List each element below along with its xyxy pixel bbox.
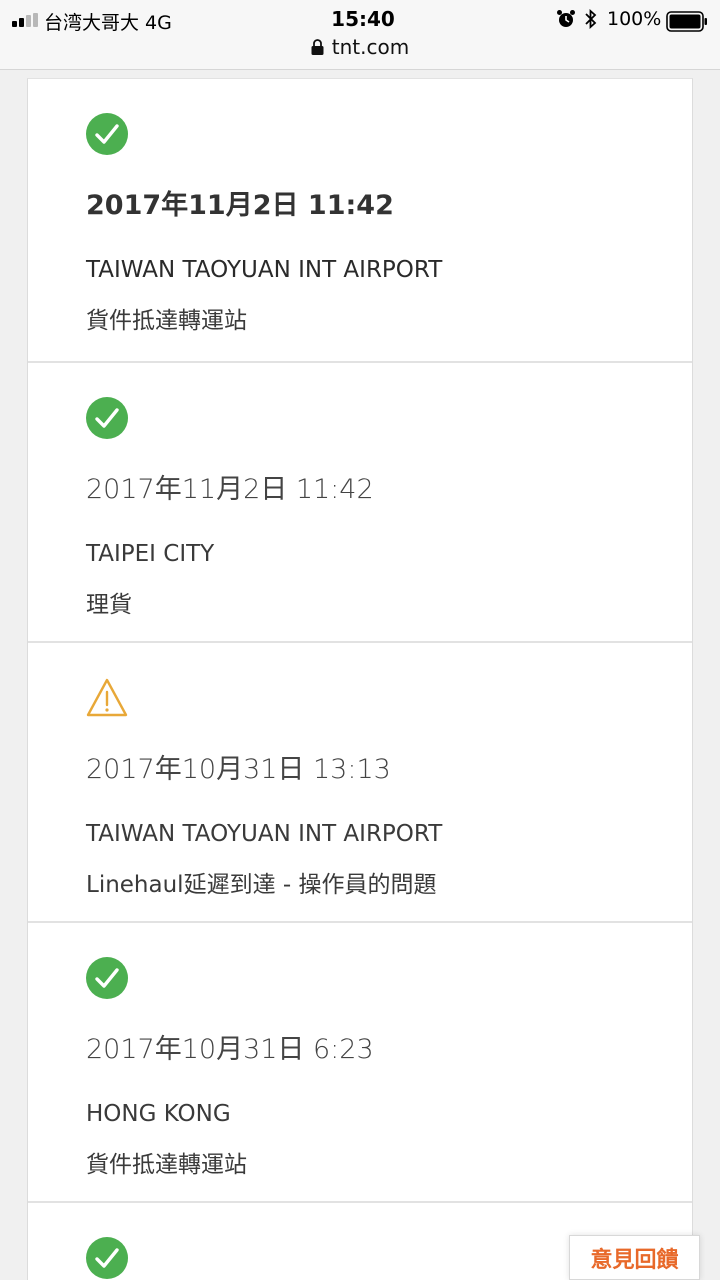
- event-date: 2017年11月2日 11:42: [86, 190, 394, 221]
- feedback-button[interactable]: 意見回饋: [569, 1235, 700, 1280]
- event-date: 2017年11月2日 11:42: [86, 474, 374, 505]
- event-location: TAIWAN TAOYUAN INT AIRPORT: [86, 821, 443, 847]
- check-circle-icon: [86, 1237, 128, 1279]
- tracking-event: 2017年11月2日 11:42 TAIPEI CITY 理貨: [28, 363, 692, 643]
- battery-icon: [666, 11, 707, 32]
- check-circle-icon: [86, 397, 128, 439]
- event-date: 2017年10月31日 13:13: [86, 754, 391, 785]
- tracking-event: 2017年10月31日 6:23 HONG KONG 貨件抵達轉運站: [28, 923, 692, 1203]
- check-circle-icon: [86, 113, 128, 155]
- event-description: 貨件抵達轉運站: [86, 308, 247, 334]
- address-bar-url[interactable]: tnt.com: [332, 35, 409, 59]
- warning-triangle-icon: [86, 678, 128, 717]
- event-location: TAIWAN TAOYUAN INT AIRPORT: [86, 257, 443, 283]
- event-date: 2017年10月31日 6:23: [86, 1034, 374, 1065]
- event-location: TAIPEI CITY: [86, 541, 215, 567]
- tracking-history-list: 2017年11月2日 11:42 TAIWAN TAOYUAN INT AIRP…: [27, 78, 693, 1280]
- lock-icon: [311, 39, 324, 55]
- check-circle-icon: [86, 957, 128, 999]
- bluetooth-icon: [585, 8, 597, 30]
- event-location: HONG KONG: [86, 1101, 231, 1127]
- tracking-event: 2017年11月2日 11:42 TAIWAN TAOYUAN INT AIRP…: [28, 79, 692, 363]
- event-description: 貨件抵達轉運站: [86, 1152, 247, 1178]
- event-description: Linehaul延遲到達 - 操作員的問題: [86, 872, 437, 898]
- alarm-icon: [557, 10, 575, 27]
- status-bar: 台湾大哥大 4G 15:40 100% tnt.com: [0, 0, 720, 70]
- event-description: 理貨: [86, 592, 132, 618]
- battery-percentage: 100%: [607, 8, 662, 30]
- tracking-event: 2017年10月31日 13:13 TAIWAN TAOYUAN INT AIR…: [28, 643, 692, 923]
